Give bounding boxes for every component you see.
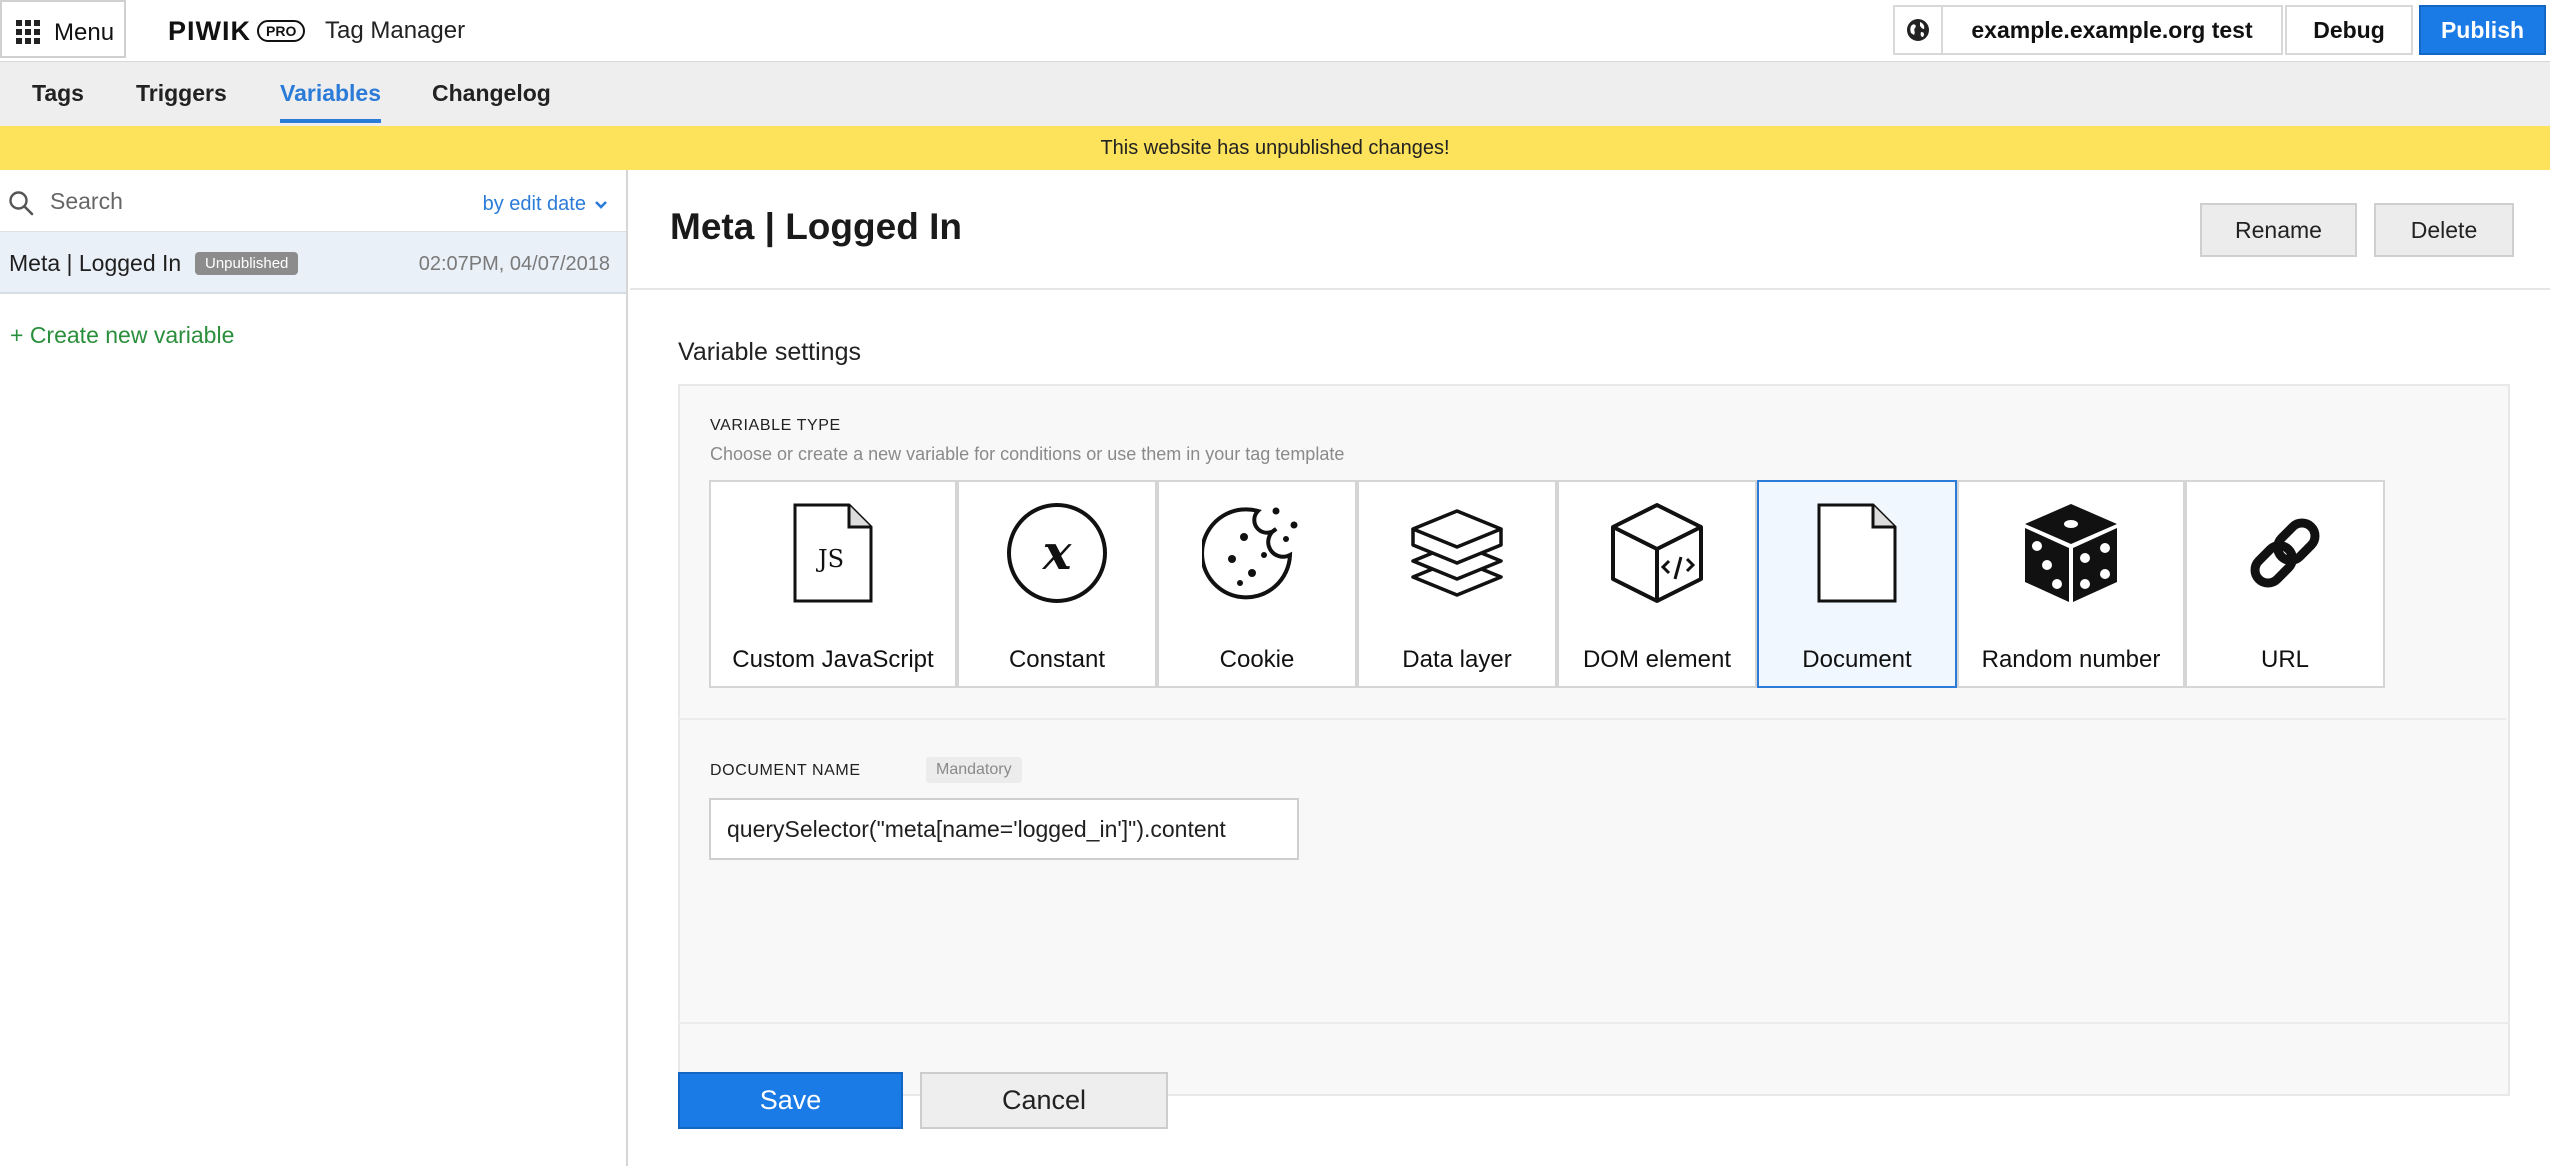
variable-name: Meta | Logged In	[9, 250, 182, 276]
variable-type-label: URL	[2260, 646, 2309, 673]
chevron-down-icon	[595, 200, 607, 209]
variable-type-data-layer[interactable]: Data layer	[1357, 480, 1557, 688]
publish-button[interactable]: Publish	[2419, 5, 2546, 55]
variable-type-label: VARIABLE TYPE	[710, 417, 841, 434]
variable-type-label: Data layer	[1402, 646, 1512, 673]
dice-icon	[1959, 498, 2183, 608]
variable-date: 02:07PM, 04/07/2018	[418, 253, 610, 275]
document-icon	[1759, 498, 1955, 608]
constant-x-icon: x	[959, 498, 1155, 608]
variable-type-constant[interactable]: x Constant	[957, 480, 1157, 688]
logo-text: PIWIK	[168, 15, 251, 46]
tab-triggers[interactable]: Triggers	[136, 80, 227, 119]
status-badge: Unpublished	[195, 252, 299, 275]
cube-code-icon	[1559, 498, 1755, 608]
search-row: by edit date	[0, 170, 626, 232]
main-nav: Tags Triggers Variables Changelog	[0, 62, 2550, 126]
variable-type-custom-javascript[interactable]: JS Custom JavaScript	[709, 480, 957, 688]
divider	[678, 1022, 2510, 1024]
variable-type-random-number[interactable]: Random number	[1957, 480, 2185, 688]
section-title: Variable settings	[678, 338, 861, 366]
layers-icon	[1359, 498, 1555, 608]
svg-text:x: x	[1042, 525, 1073, 581]
grid-menu-icon	[16, 20, 40, 44]
debug-button[interactable]: Debug	[2285, 5, 2413, 55]
logo-badge: PRO	[257, 20, 306, 42]
variable-type-dom-element[interactable]: DOM element	[1557, 480, 1757, 688]
sort-label: by edit date	[482, 193, 586, 215]
variable-type-options: JS Custom JavaScript x Constant Cookie D…	[709, 480, 2385, 688]
variable-type-document[interactable]: Document	[1757, 480, 1957, 688]
variable-editor: Meta | Logged In Rename Delete Variable …	[630, 170, 2550, 1166]
save-button[interactable]: Save	[678, 1072, 903, 1129]
unpublished-changes-banner: This website has unpublished changes!	[0, 126, 2550, 170]
website-selector[interactable]: example.example.org test	[1893, 5, 2283, 55]
link-icon	[2187, 498, 2383, 608]
search-icon	[8, 190, 34, 221]
svg-text:JS: JS	[815, 545, 844, 573]
menu-label: Menu	[54, 19, 115, 46]
variable-type-label: Random number	[1981, 646, 2161, 673]
cancel-button[interactable]: Cancel	[920, 1072, 1168, 1129]
variable-type-url[interactable]: URL	[2185, 480, 2385, 688]
rename-button[interactable]: Rename	[2200, 203, 2357, 257]
tab-tags[interactable]: Tags	[32, 80, 84, 119]
search-input[interactable]	[50, 182, 430, 220]
document-name-label: DOCUMENT NAME	[710, 762, 861, 779]
divider	[630, 288, 2550, 290]
variable-type-label: Constant	[1008, 646, 1106, 673]
sort-dropdown[interactable]: by edit date	[483, 193, 608, 216]
menu-button[interactable]: Menu	[0, 0, 126, 58]
globe-icon	[1895, 7, 1943, 53]
page-title: Meta | Logged In	[670, 206, 962, 247]
js-file-icon: JS	[711, 498, 955, 608]
piwik-pro-logo: PIWIK PRO	[168, 14, 306, 48]
mandatory-badge: Mandatory	[926, 757, 1022, 783]
document-name-input[interactable]	[709, 798, 1299, 860]
variable-type-label: Document	[1802, 646, 1912, 673]
variable-settings-panel: VARIABLE TYPE Choose or create a new var…	[678, 384, 2510, 1096]
variable-type-label: Cookie	[1219, 646, 1295, 673]
top-bar: Menu PIWIK PRO Tag Manager example.examp…	[0, 0, 2550, 62]
variables-sidebar: by edit date Meta | Logged In Unpublishe…	[0, 170, 628, 1166]
cookie-icon	[1159, 498, 1355, 608]
variable-type-cookie[interactable]: Cookie	[1157, 480, 1357, 688]
variable-type-label: DOM element	[1582, 646, 1732, 673]
app-title: Tag Manager	[325, 17, 466, 44]
list-item[interactable]: Meta | Logged In Unpublished 02:07PM, 04…	[0, 232, 626, 294]
tab-variables[interactable]: Variables	[280, 80, 382, 123]
divider	[678, 718, 2506, 720]
delete-button[interactable]: Delete	[2374, 203, 2514, 257]
variable-type-hint: Choose or create a new variable for cond…	[710, 444, 1345, 464]
create-new-variable-link[interactable]: + Create new variable	[10, 322, 234, 349]
tab-changelog[interactable]: Changelog	[432, 80, 551, 119]
site-name: example.example.org test	[1971, 16, 2253, 43]
variable-type-label: Custom JavaScript	[732, 646, 934, 673]
